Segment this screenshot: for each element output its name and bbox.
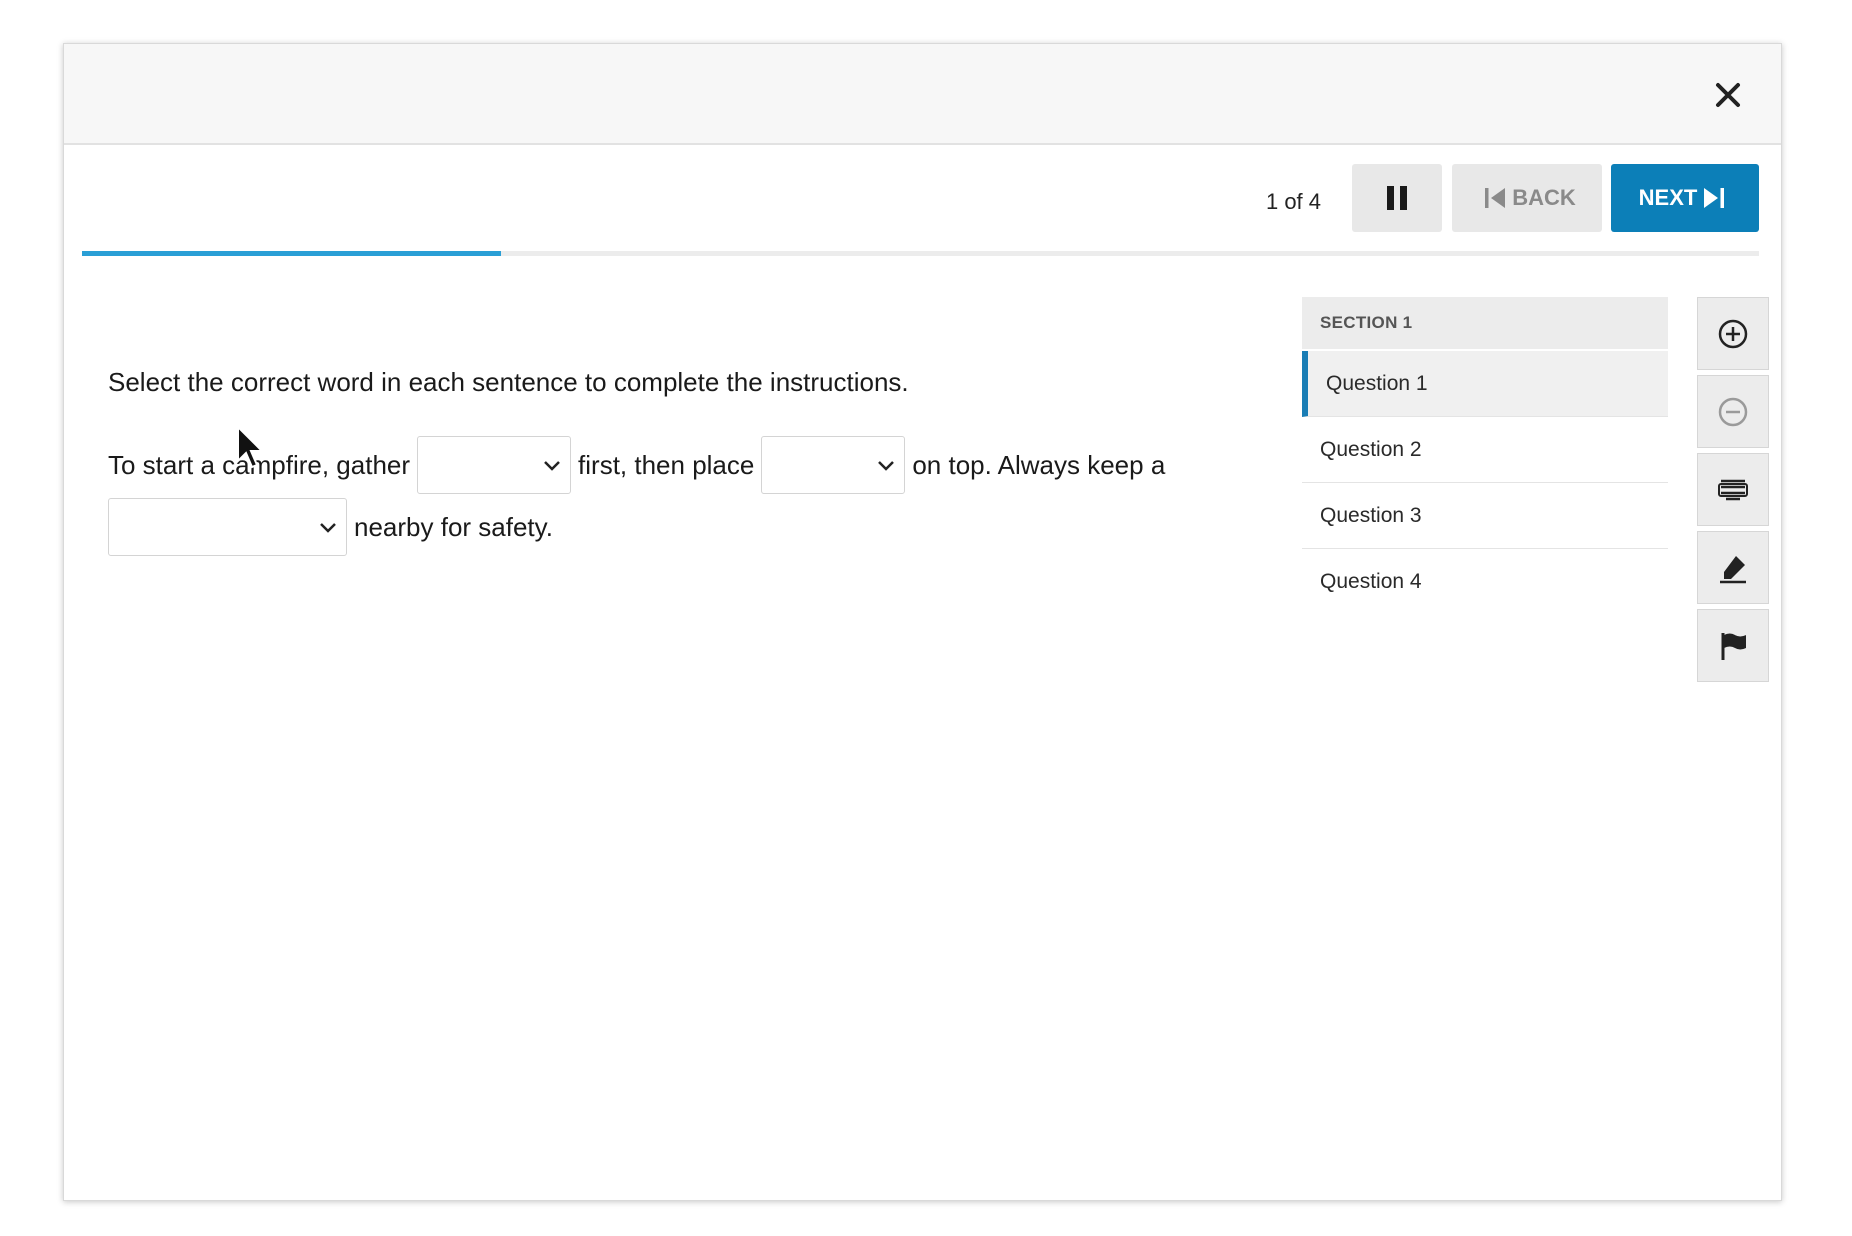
zoom-in-icon xyxy=(1718,319,1748,348)
zoom-out-button[interactable] xyxy=(1697,375,1769,448)
nav-item-label: Question 2 xyxy=(1320,438,1422,461)
sentence-text-3: on top. Always keep a xyxy=(912,449,1166,480)
nav-item-label: Question 1 xyxy=(1326,372,1428,395)
title-bar xyxy=(64,44,1781,145)
flag-button[interactable] xyxy=(1697,609,1769,682)
close-button[interactable] xyxy=(1705,72,1751,118)
progress-fill xyxy=(82,251,502,256)
line-reader-button[interactable] xyxy=(1697,453,1769,526)
question-counter: 1 of 4 xyxy=(1265,189,1322,214)
tools-panel xyxy=(1697,297,1769,687)
zoom-in-button[interactable] xyxy=(1697,297,1769,370)
chevron-down-icon xyxy=(878,461,895,471)
answer-dropdown-1[interactable] xyxy=(417,436,572,494)
nav-item-question-3[interactable]: Question 3 xyxy=(1302,483,1668,549)
nav-item-label: Question 4 xyxy=(1320,570,1422,593)
answer-dropdown-2[interactable] xyxy=(761,436,906,494)
nav-item-question-2[interactable]: Question 2 xyxy=(1302,417,1668,483)
chevron-down-icon xyxy=(320,523,336,533)
section-header: SECTION 1 xyxy=(1302,297,1668,349)
sentence-text-1: To start a campfire, gather xyxy=(108,449,411,480)
highlighter-icon xyxy=(1720,555,1746,583)
chevron-down-icon xyxy=(544,461,560,471)
sentence-text-4: nearby for safety. xyxy=(354,511,553,542)
skip-forward-icon xyxy=(1704,188,1725,208)
back-label: BACK xyxy=(1512,185,1576,210)
sentence-text-2: first, then place xyxy=(578,449,755,480)
close-icon xyxy=(1716,83,1740,107)
progress-bar xyxy=(82,251,1759,256)
pause-icon xyxy=(1387,186,1407,210)
pause-button[interactable] xyxy=(1352,164,1442,232)
nav-item-question-4[interactable]: Question 4 xyxy=(1302,549,1668,615)
answer-dropdown-3[interactable] xyxy=(108,498,347,556)
next-label: NEXT xyxy=(1638,185,1698,210)
back-button[interactable]: BACK xyxy=(1452,164,1602,232)
question-sentence: To start a campfire, gather first, then … xyxy=(108,434,1298,558)
flag-icon xyxy=(1721,632,1746,660)
assessment-window: 1 of 4 BACK NEXT Select the correct word… xyxy=(63,43,1782,1201)
nav-item-question-1[interactable]: Question 1 xyxy=(1302,351,1668,417)
nav-item-label: Question 3 xyxy=(1320,504,1422,527)
line-reader-icon xyxy=(1718,479,1748,500)
question-instructions: Select the correct word in each sentence… xyxy=(108,367,909,397)
zoom-out-icon xyxy=(1718,397,1748,426)
highlighter-button[interactable] xyxy=(1697,531,1769,604)
question-navigator: SECTION 1 Question 1 Question 2 Question… xyxy=(1302,297,1668,615)
next-button[interactable]: NEXT xyxy=(1611,164,1759,232)
skip-back-icon xyxy=(1485,188,1506,208)
